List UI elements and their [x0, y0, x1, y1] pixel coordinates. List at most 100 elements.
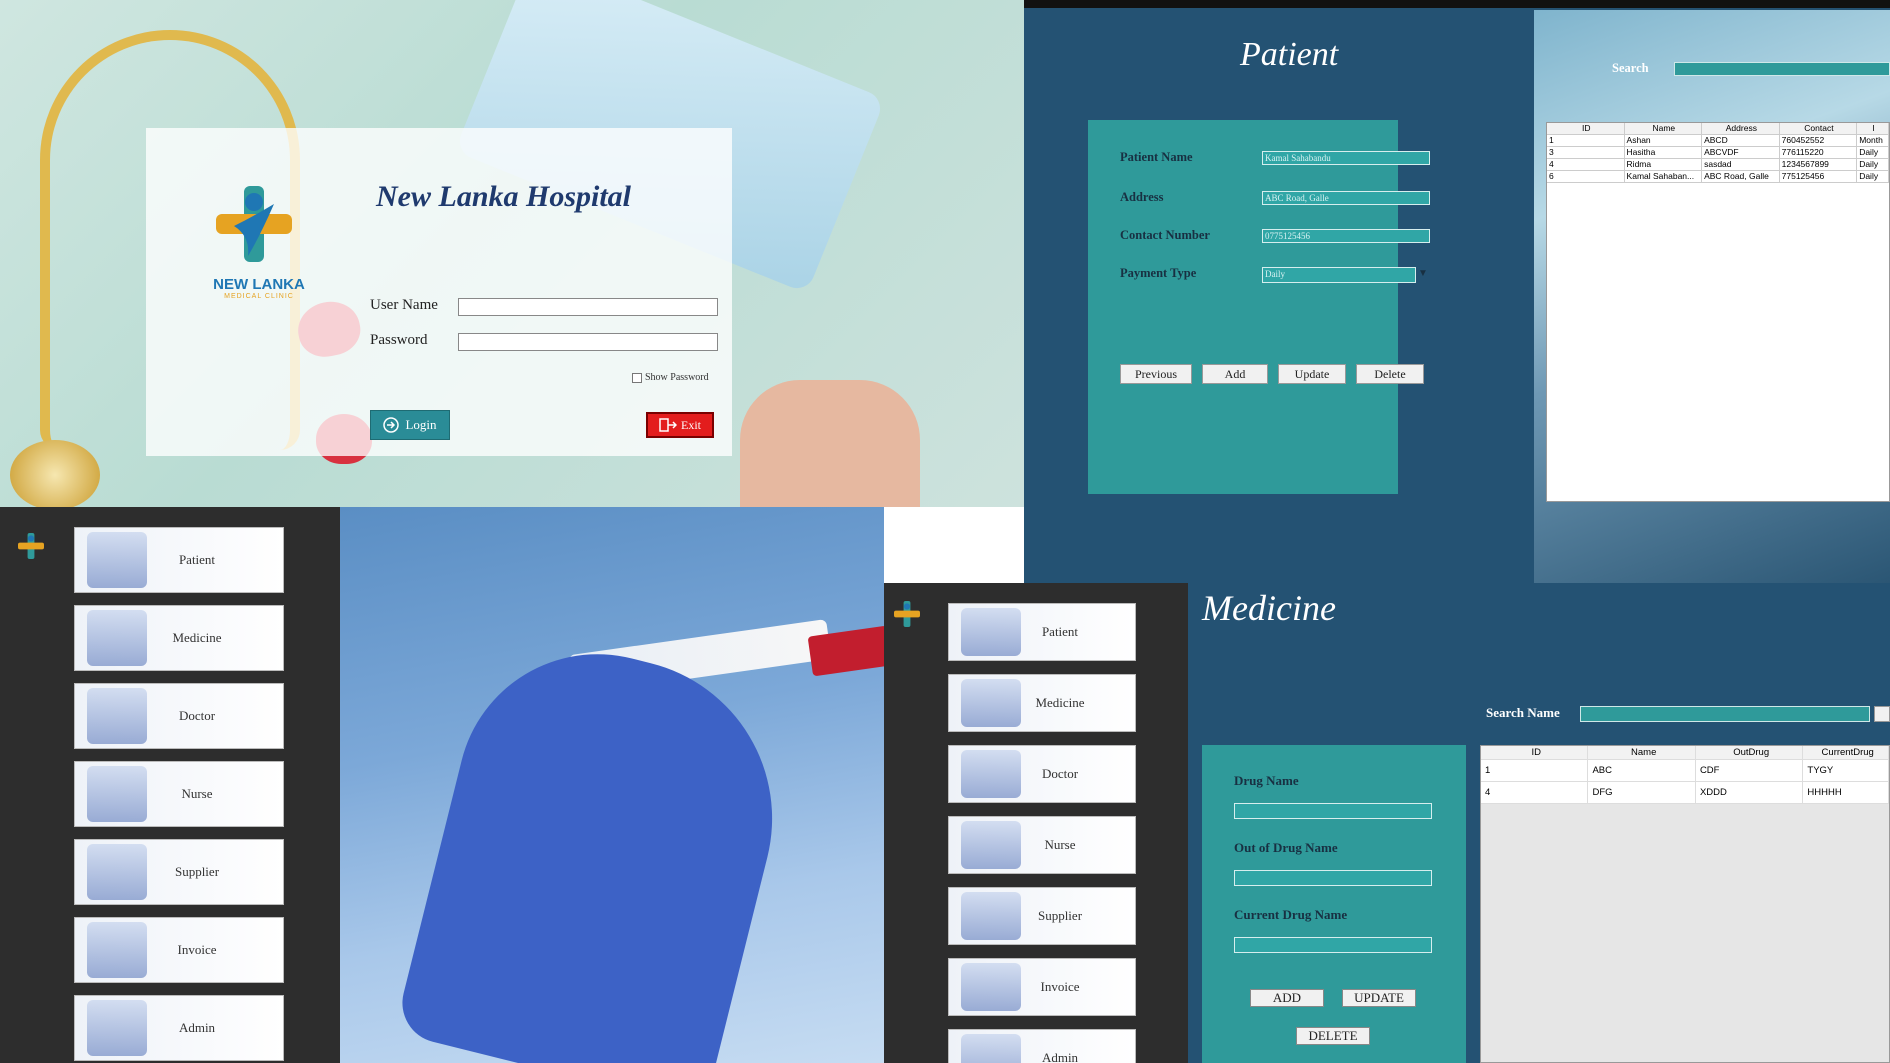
table-cell: 3: [1547, 147, 1625, 158]
sidebar-item-medicine[interactable]: Medicine: [74, 605, 284, 671]
show-password-checkbox[interactable]: [632, 372, 642, 383]
dashboard-screen: Patient Medicine Doctor Nurse Supplier Invoic…: [0, 507, 884, 1063]
payment-type-select[interactable]: Daily: [1262, 267, 1416, 283]
hand-image: [740, 380, 920, 507]
show-password-option[interactable]: Show Password: [632, 372, 709, 383]
medicine-illustration-icon: [87, 610, 147, 666]
address-input[interactable]: [1262, 191, 1430, 205]
delete-button[interactable]: DELETE: [1296, 1027, 1370, 1045]
table-row[interactable]: 1 Ashan ABCD 760452552 Month: [1547, 135, 1890, 147]
sidebar-item-patient[interactable]: Patient: [74, 527, 284, 593]
table-cell: Ashan: [1625, 135, 1703, 146]
sidebar-item-admin[interactable]: Admin: [74, 995, 284, 1061]
stethoscope-chest-piece: [10, 440, 100, 507]
search-button[interactable]: [1874, 706, 1890, 722]
admin-illustration-icon: [87, 1000, 147, 1056]
column-header[interactable]: Name: [1588, 746, 1696, 759]
sidebar-item-nurse[interactable]: Nurse: [74, 761, 284, 827]
column-header[interactable]: ID: [1547, 123, 1625, 134]
sidebar-item-label: Patient: [1041, 624, 1079, 639]
brand-name-text: NEW LANKA: [213, 276, 305, 293]
login-screen: New Lanka Hospital NEW LANKA MEDICAL CLI…: [0, 0, 1024, 507]
doctor-illustration-icon: [87, 688, 147, 744]
table-row[interactable]: 4 Ridma sasdad 1234567899 Daily: [1547, 159, 1890, 171]
table-cell: CDF: [1696, 760, 1804, 781]
sidebar-item-admin[interactable]: Admin: [948, 1029, 1136, 1063]
brand-subtitle: MEDICAL CLINIC: [224, 293, 294, 300]
table-header: ID Name Address Contact I: [1547, 123, 1890, 135]
table-row[interactable]: 6 Kamal Sahaban... ABC Road, Galle 77512545…: [1547, 171, 1890, 183]
sidebar-item-medicine[interactable]: Medicine: [948, 674, 1136, 732]
sidebar-item-doctor[interactable]: Doctor: [948, 745, 1136, 803]
username-input[interactable]: [458, 298, 718, 316]
sidebar-item-label: Supplier: [174, 864, 220, 879]
sidebar-item-label: Doctor: [178, 708, 216, 723]
update-button[interactable]: Update: [1278, 364, 1346, 384]
login-button[interactable]: Login: [370, 410, 450, 440]
sidebar-item-invoice[interactable]: Invoice: [74, 917, 284, 983]
patient-table[interactable]: ID Name Address Contact I 1 Ashan ABCD 76045255…: [1546, 122, 1890, 502]
exit-button-label: Exit: [681, 417, 701, 432]
column-header[interactable]: Contact: [1779, 123, 1858, 134]
search-input[interactable]: [1674, 62, 1890, 76]
exit-button[interactable]: Exit: [646, 412, 714, 438]
table-cell: ABC: [1588, 760, 1696, 781]
password-label: Password: [370, 332, 428, 348]
table-cell: 776115220: [1780, 147, 1858, 158]
patient-form: Patient Name Address Contact Number Paym…: [1088, 120, 1430, 494]
patient-screen: Patient Patient Name Address Contact Num…: [1024, 0, 1890, 583]
column-header[interactable]: CurrentDrug: [1803, 746, 1889, 759]
table-cell: ABC Road, Galle: [1702, 171, 1780, 182]
patient-illustration-icon: [87, 532, 147, 588]
table-row[interactable]: 3 Hasitha ABCVDF 776115220 Daily: [1547, 147, 1890, 159]
table-cell: 760452552: [1780, 135, 1858, 146]
blue-glove-image: [393, 624, 807, 1063]
add-button[interactable]: ADD: [1250, 989, 1324, 1007]
chevron-down-icon[interactable]: ▼: [1418, 268, 1428, 279]
drug-name-input[interactable]: [1234, 803, 1432, 819]
contact-input[interactable]: [1262, 229, 1430, 243]
previous-button[interactable]: Previous: [1120, 364, 1192, 384]
column-header[interactable]: I: [1857, 123, 1890, 134]
supplier-illustration-icon: [87, 844, 147, 900]
table-cell: Daily: [1857, 147, 1890, 158]
delete-button[interactable]: Delete: [1356, 364, 1424, 384]
sidebar-item-label: Invoice: [1040, 979, 1080, 994]
column-header[interactable]: Address: [1702, 123, 1780, 134]
current-drug-input[interactable]: [1234, 937, 1432, 953]
table-cell: Kamal Sahaban...: [1625, 171, 1703, 182]
medicine-table[interactable]: ID Name OutDrug CurrentDrug 1 ABC CDF TYGY 4 DFG…: [1480, 745, 1890, 1063]
table-cell: 775125456: [1780, 171, 1858, 182]
table-cell: ABCD: [1702, 135, 1780, 146]
sidebar-item-supplier[interactable]: Supplier: [74, 839, 284, 905]
add-button[interactable]: Add: [1202, 364, 1268, 384]
table-cell: Hasitha: [1625, 147, 1703, 158]
admin-illustration-icon: [961, 1034, 1021, 1063]
contact-label: Contact Number: [1120, 228, 1210, 242]
sidebar-item-supplier[interactable]: Supplier: [948, 887, 1136, 945]
table-cell: 4: [1547, 159, 1625, 170]
sidebar-item-doctor[interactable]: Doctor: [74, 683, 284, 749]
sidebar-logo-icon: [18, 533, 44, 559]
table-body: 1 ABC CDF TYGY 4 DFG XDDD HHHHH: [1481, 760, 1889, 804]
sidebar-item-patient[interactable]: Patient: [948, 603, 1136, 661]
search-name-input[interactable]: [1580, 706, 1870, 722]
medicine-form: Drug Name Out of Drug Name Current Drug …: [1202, 745, 1466, 1063]
table-cell: 1: [1547, 135, 1625, 146]
column-header[interactable]: OutDrug: [1695, 746, 1804, 759]
page-title: Patient: [1240, 36, 1339, 73]
patient-name-input[interactable]: [1262, 151, 1430, 165]
page-title: Medicine: [1202, 588, 1336, 628]
password-input[interactable]: [458, 333, 718, 351]
table-cell: 4: [1481, 782, 1589, 803]
table-row[interactable]: 1 ABC CDF TYGY: [1481, 760, 1889, 782]
update-button[interactable]: UPDATE: [1342, 989, 1416, 1007]
column-header[interactable]: Name: [1624, 123, 1703, 134]
payment-type-label: Payment Type: [1120, 266, 1197, 280]
column-header[interactable]: ID: [1481, 746, 1589, 759]
out-of-drug-input[interactable]: [1234, 870, 1432, 886]
sidebar-item-nurse[interactable]: Nurse: [948, 816, 1136, 874]
sidebar-item-invoice[interactable]: Invoice: [948, 958, 1136, 1016]
table-row[interactable]: 4 DFG XDDD HHHHH: [1481, 782, 1889, 804]
nurse-illustration-icon: [87, 766, 147, 822]
